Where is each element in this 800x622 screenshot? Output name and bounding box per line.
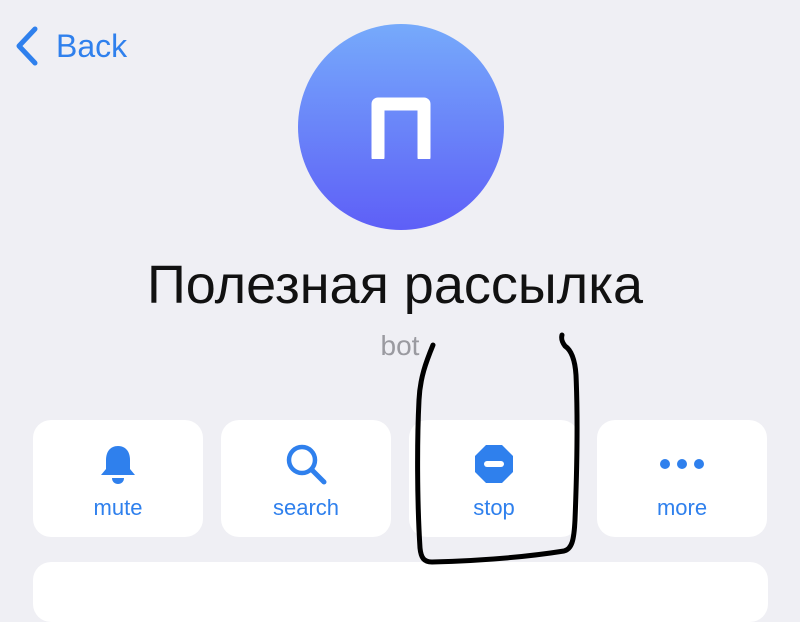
avatar-letter-glyph xyxy=(371,97,431,159)
more-button[interactable]: more xyxy=(597,420,767,537)
stop-label: stop xyxy=(473,495,515,520)
mute-button[interactable]: mute xyxy=(33,420,203,537)
more-label: more xyxy=(656,495,708,520)
magnifier-icon xyxy=(221,442,391,486)
profile-name: Полезная рассылка xyxy=(146,255,644,315)
back-button[interactable]: Back xyxy=(14,24,127,68)
profile-subtitle: bot xyxy=(380,330,420,361)
stop-button[interactable]: stop xyxy=(409,420,579,537)
bell-icon xyxy=(33,442,203,486)
chevron-left-icon xyxy=(16,26,38,66)
ellipsis-icon xyxy=(597,442,767,486)
search-button[interactable]: search xyxy=(221,420,391,537)
back-label: Back xyxy=(56,28,128,64)
info-card xyxy=(33,562,768,622)
stop-icon xyxy=(409,442,579,486)
avatar xyxy=(298,24,504,230)
mute-label: mute xyxy=(93,495,143,520)
search-label: search xyxy=(272,495,340,520)
